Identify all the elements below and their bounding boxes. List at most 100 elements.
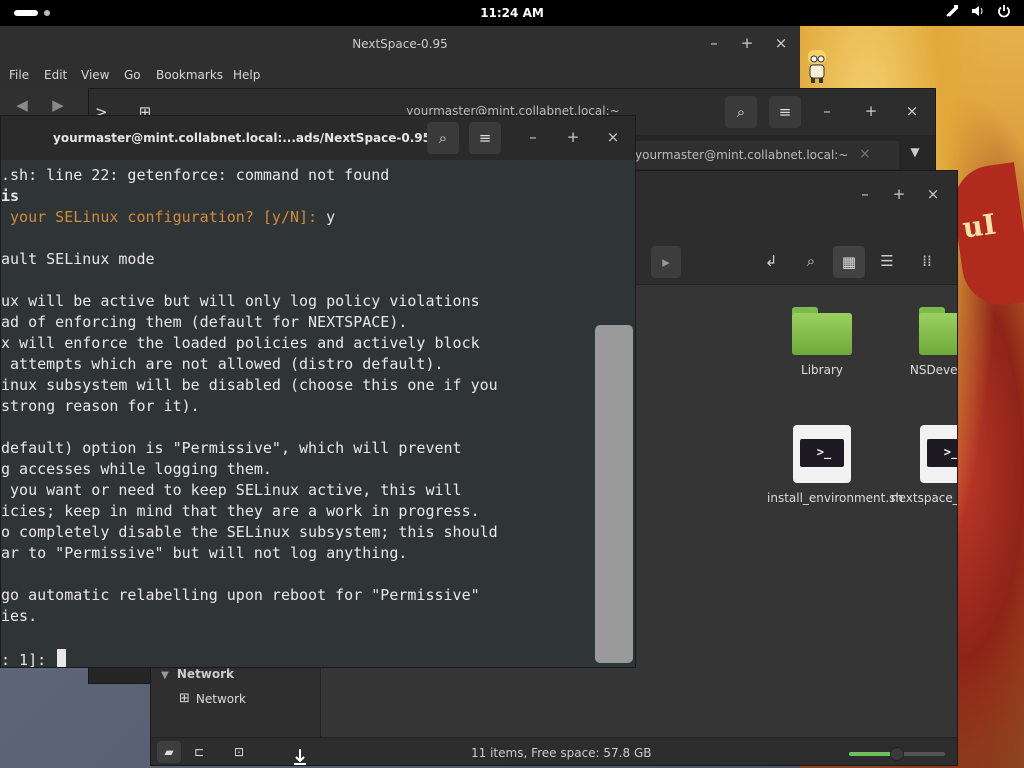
sidebar-heading-network[interactable]: ▼ Network xyxy=(161,667,234,681)
terminal-tab-label: yourmaster@mint.collabnet.local:~ xyxy=(635,148,849,162)
menu-edit[interactable]: Edit xyxy=(44,68,67,82)
menu-bookmarks[interactable]: Bookmarks xyxy=(156,68,223,82)
tab-close-icon[interactable]: × xyxy=(859,146,871,162)
terminal-line-text: your SELinux configuration? [y/N]: xyxy=(1,208,327,226)
tree-icon[interactable]: ⊏ xyxy=(187,741,211,763)
forward-arrow-icon[interactable]: ▸ xyxy=(651,246,681,278)
file-item[interactable]: Library xyxy=(767,307,877,378)
mouse-pointer-icon xyxy=(291,748,309,768)
close-icon[interactable]: × xyxy=(771,34,791,52)
maximize-icon[interactable]: + xyxy=(889,185,909,203)
status-text: 11 items, Free space: 57.8 GB xyxy=(471,746,652,760)
file-label: NSDeveloper xyxy=(909,363,958,377)
terminal-line: o completely disable the SELinux subsyst… xyxy=(1,523,498,544)
sidebar-item-network[interactable]: ⊞ Network xyxy=(179,691,246,706)
terminal-line: g accesses while logging them. xyxy=(1,460,272,481)
compact-view-icon[interactable]: ⁞⁞ xyxy=(917,252,937,270)
system-tray[interactable] xyxy=(944,4,1012,22)
terminal-line-text: is xyxy=(1,187,20,205)
terminal-line-text: .sh: line 22: getenforce: command not fo… xyxy=(1,166,390,184)
hide-sidebar-icon[interactable]: ⊡ xyxy=(227,741,251,763)
terminal-line: icies; keep in mind that they are a work… xyxy=(1,502,480,523)
file-item[interactable]: >_ install_environment.sh xyxy=(767,425,904,506)
terminal-line-text: attempts which are not allowed (distro d… xyxy=(1,355,444,373)
tab-dropdown-icon[interactable]: ▼ xyxy=(905,145,925,159)
terminal-line: ault SELinux mode xyxy=(1,250,155,271)
terminal-tab[interactable]: yourmaster@mint.collabnet.local:~ × xyxy=(629,141,899,169)
front-terminal-window[interactable]: yourmaster@mint.collabnet.local:...ads/N… xyxy=(0,115,636,668)
terminal-line-text: ux will be active but will only log poli… xyxy=(1,292,480,310)
terminal-line-text: icies; keep in mind that they are a work… xyxy=(1,502,480,520)
file-label: Library xyxy=(801,363,843,377)
menu-go[interactable]: Go xyxy=(124,68,141,82)
file-label: install_environment.sh xyxy=(767,491,904,505)
terminal-output[interactable]: : 1]: ies. go automatic relabelling upon … xyxy=(1,160,635,667)
menu-help[interactable]: Help xyxy=(233,68,260,82)
file-label: nextspace_install.sh xyxy=(891,491,958,505)
front-terminal-titlebar[interactable]: yourmaster@mint.collabnet.local:...ads/N… xyxy=(1,116,635,160)
terminal-line: strong reason for it). xyxy=(1,397,200,418)
power-icon[interactable] xyxy=(996,4,1012,22)
terminal-line: you want or need to keep SELinux active,… xyxy=(1,481,462,502)
minimize-icon[interactable]: – xyxy=(523,128,543,146)
back-arrow-icon[interactable]: ◀ xyxy=(12,96,32,114)
forward-arrow-icon[interactable]: ▶ xyxy=(48,96,68,114)
close-icon[interactable]: × xyxy=(923,185,943,203)
maximize-icon[interactable]: + xyxy=(861,102,881,120)
menu-icon[interactable]: ≡ xyxy=(769,96,801,128)
minimize-icon[interactable]: – xyxy=(855,185,875,203)
folder-icon xyxy=(919,307,957,355)
search-icon[interactable]: ⌕ xyxy=(801,252,821,270)
terminal-line-text: ies. xyxy=(1,607,38,625)
terminal-line: default) option is "Permissive", which w… xyxy=(1,439,462,460)
back-window-titlebar[interactable]: NextSpace-0.95 – + × xyxy=(0,26,800,62)
terminal-line-text: ault SELinux mode xyxy=(1,250,155,268)
terminal-line-text: inux subsystem will be disabled (choose … xyxy=(1,376,498,394)
sidebar-item-label: Network xyxy=(195,691,247,706)
file-manager-statusbar: ▰ ⊏ ⊡ 11 items, Free space: 57.8 GB xyxy=(151,737,957,765)
terminal-line-text: strong reason for it). xyxy=(1,397,200,415)
collapse-arrow-icon[interactable]: ▼ xyxy=(161,670,169,681)
list-view-icon[interactable]: ☰ xyxy=(877,252,897,270)
zoom-slider[interactable] xyxy=(849,747,945,761)
terminal-line: is xyxy=(1,187,19,208)
minimize-icon[interactable]: – xyxy=(817,102,837,120)
terminal-line: inux subsystem will be disabled (choose … xyxy=(1,376,498,397)
terminal-user-input: y xyxy=(326,208,336,226)
terminal-line-text: x will enforce the loaded policies and a… xyxy=(1,334,480,352)
close-icon[interactable]: × xyxy=(902,102,922,120)
terminal-line: x will enforce the loaded policies and a… xyxy=(1,334,480,355)
grid-view-icon[interactable]: ▦ xyxy=(833,246,865,278)
path-jump-icon[interactable]: ↲ xyxy=(761,252,781,270)
terminal-line: ad of enforcing them (default for NEXTSP… xyxy=(1,313,407,334)
close-icon[interactable]: × xyxy=(603,128,623,146)
menu-file[interactable]: File xyxy=(9,68,29,82)
terminal-line-text: ad of enforcing them (default for NEXTSP… xyxy=(1,313,408,331)
file-item[interactable]: NSDeveloper xyxy=(891,307,958,378)
terminal-scrollbar[interactable] xyxy=(595,325,633,663)
terminal-line: .sh: line 22: getenforce: command not fo… xyxy=(1,166,389,187)
volume-icon[interactable] xyxy=(970,4,986,22)
terminal-line: your SELinux configuration? [y/N]: y xyxy=(1,208,335,229)
terminal-line: ar to "Permissive" but will not log anyt… xyxy=(1,544,407,565)
network-icon[interactable] xyxy=(944,4,960,22)
search-icon[interactable]: ⌕ xyxy=(725,96,757,128)
zoom-slider-knob[interactable] xyxy=(890,747,904,761)
maximize-icon[interactable]: + xyxy=(563,128,583,146)
terminal-line: ux will be active but will only log poli… xyxy=(1,292,480,313)
maximize-icon[interactable]: + xyxy=(737,34,757,52)
menu-view[interactable]: View xyxy=(81,68,109,82)
terminal-line: : 1]: xyxy=(1,649,67,667)
places-icon[interactable]: ▰ xyxy=(157,741,181,763)
top-panel: 11:24 AM xyxy=(0,0,1024,26)
menu-icon[interactable]: ≡ xyxy=(469,122,501,154)
minimize-icon[interactable]: – xyxy=(704,34,724,52)
clock[interactable]: 11:24 AM xyxy=(0,6,1024,20)
shell-script-icon: >_ xyxy=(793,425,851,483)
front-terminal-title: yourmaster@mint.collabnet.local:...ads/N… xyxy=(53,131,431,145)
terminal-line: ies. xyxy=(1,607,37,628)
terminal-line-text: you want or need to keep SELinux active,… xyxy=(1,481,462,499)
search-icon[interactable]: ⌕ xyxy=(427,122,459,154)
zoom-slider-fill xyxy=(849,752,891,756)
file-item[interactable]: >_ nextspace_install.sh xyxy=(891,425,958,506)
